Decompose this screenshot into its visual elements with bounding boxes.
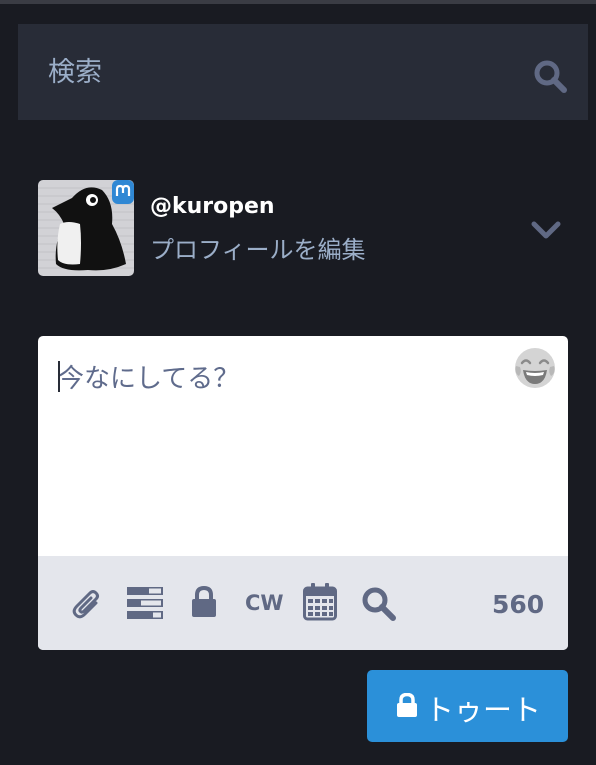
search-bar[interactable] (18, 24, 588, 120)
compose-textarea[interactable] (38, 336, 568, 556)
character-counter: 560 (492, 590, 545, 619)
lock-icon[interactable] (192, 586, 216, 618)
account-header: @kuropen プロフィールを編集 (38, 180, 568, 276)
search-icon[interactable] (532, 58, 568, 94)
text-caret (58, 361, 60, 392)
content-warning-toggle[interactable]: CW (245, 591, 284, 615)
toot-button[interactable]: トゥート (367, 670, 568, 742)
mastodon-logo-icon (112, 180, 134, 204)
toot-button-label: トゥート (425, 693, 542, 727)
paperclip-icon[interactable] (72, 587, 102, 621)
chevron-down-icon[interactable] (530, 220, 562, 240)
search-icon[interactable] (361, 586, 397, 622)
search-input[interactable] (48, 52, 508, 92)
tears-of-joy-emoji-icon[interactable] (513, 346, 557, 390)
compose-form: CW 560 (38, 336, 568, 650)
top-border (0, 0, 596, 4)
poll-icon[interactable] (127, 586, 163, 620)
lock-icon (397, 693, 417, 717)
compose-toolbar: CW 560 (38, 556, 568, 650)
account-username[interactable]: @kuropen (150, 194, 275, 219)
edit-profile-link[interactable]: プロフィールを編集 (150, 230, 366, 265)
calendar-icon[interactable] (303, 583, 337, 621)
